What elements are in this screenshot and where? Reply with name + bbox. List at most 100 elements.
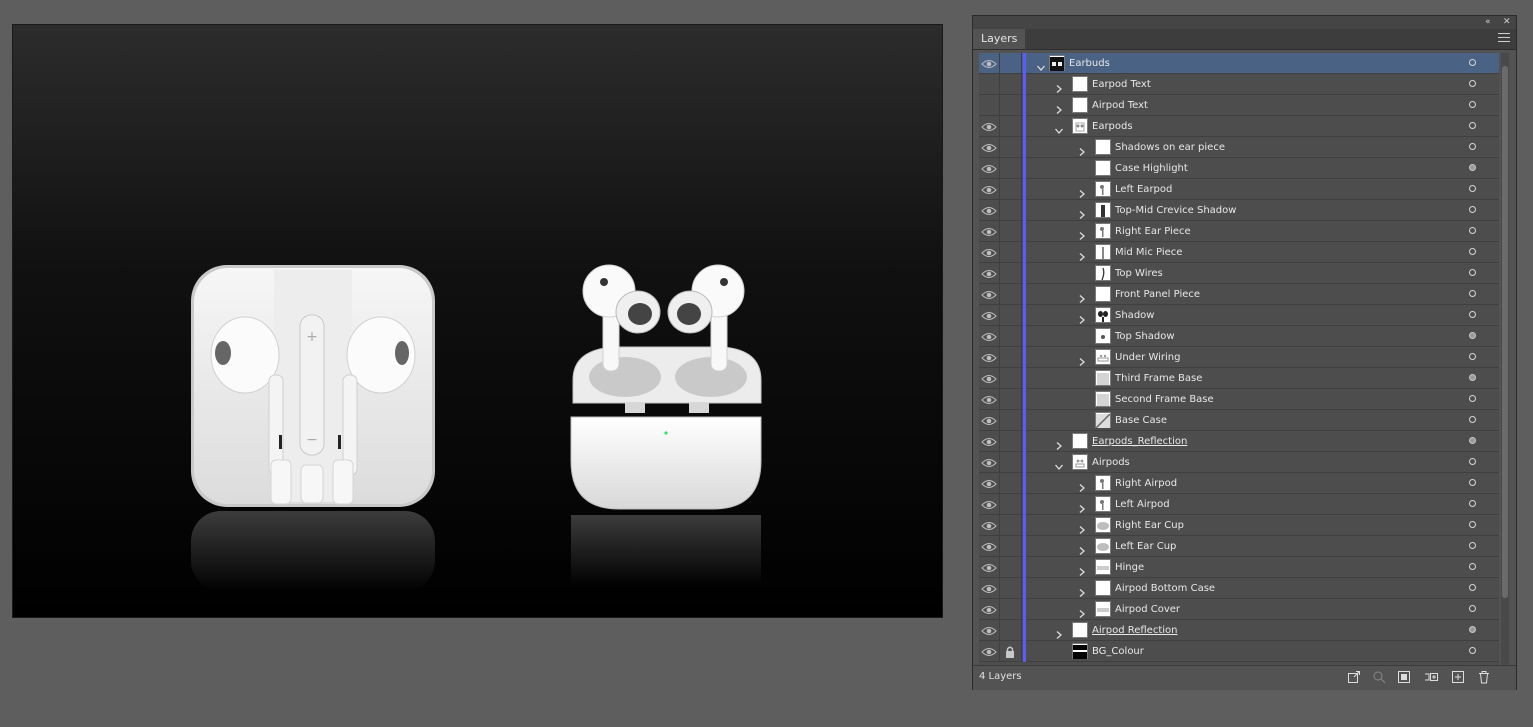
layer-name[interactable]: Airpod Bottom Case bbox=[1115, 578, 1215, 599]
chevron-right-icon[interactable] bbox=[1077, 226, 1087, 240]
target-circle-icon[interactable] bbox=[1469, 227, 1476, 234]
new-sublayer-icon[interactable] bbox=[1424, 670, 1438, 684]
target-circle-icon[interactable] bbox=[1469, 143, 1476, 150]
layer-name[interactable]: Left Ear Cup bbox=[1115, 536, 1176, 557]
target-circle-icon[interactable] bbox=[1469, 332, 1476, 339]
visibility-eye-icon[interactable] bbox=[981, 329, 997, 343]
layer-row-airpod-bottom-case[interactable]: Airpod Bottom Case bbox=[979, 578, 1499, 599]
layer-row-right-ear-piece[interactable]: Right Ear Piece bbox=[979, 221, 1499, 242]
target-circle-icon[interactable] bbox=[1469, 269, 1476, 276]
new-layer-icon[interactable] bbox=[1451, 670, 1465, 684]
visibility-eye-icon[interactable] bbox=[981, 224, 997, 238]
layer-name[interactable]: Earbuds bbox=[1069, 53, 1110, 74]
lock-toggle[interactable] bbox=[1003, 224, 1017, 238]
visibility-eye-icon[interactable] bbox=[981, 350, 997, 364]
lock-toggle[interactable] bbox=[1003, 350, 1017, 364]
target-circle-icon[interactable] bbox=[1469, 521, 1476, 528]
export-icon[interactable] bbox=[1347, 670, 1361, 684]
lock-toggle[interactable] bbox=[1003, 203, 1017, 217]
layer-name[interactable]: Top-Mid Crevice Shadow bbox=[1115, 200, 1236, 221]
layer-name[interactable]: Shadows on ear piece bbox=[1115, 137, 1225, 158]
layer-row-left-ear-cup[interactable]: Left Ear Cup bbox=[979, 536, 1499, 557]
lock-toggle[interactable] bbox=[1003, 308, 1017, 322]
target-circle-icon[interactable] bbox=[1469, 605, 1476, 612]
layer-row-case-highlight[interactable]: Case Highlight bbox=[979, 158, 1499, 179]
visibility-eye-icon[interactable] bbox=[981, 77, 997, 91]
tab-layers[interactable]: Layers bbox=[973, 29, 1026, 49]
visibility-eye-icon[interactable] bbox=[981, 602, 997, 616]
clipping-mask-icon[interactable] bbox=[1397, 670, 1411, 684]
lock-toggle[interactable] bbox=[1003, 77, 1017, 91]
lock-toggle[interactable] bbox=[1003, 497, 1017, 511]
target-circle-icon[interactable] bbox=[1469, 416, 1476, 423]
visibility-eye-icon[interactable] bbox=[981, 539, 997, 553]
layer-row-earpods-reflection[interactable]: Earpods_Reflection bbox=[979, 431, 1499, 452]
chevron-right-icon[interactable] bbox=[1077, 247, 1087, 261]
chevron-right-icon[interactable] bbox=[1077, 499, 1087, 513]
layer-row-earbuds[interactable]: Earbuds bbox=[979, 53, 1499, 74]
visibility-eye-icon[interactable] bbox=[981, 98, 997, 112]
visibility-eye-icon[interactable] bbox=[981, 560, 997, 574]
visibility-eye-icon[interactable] bbox=[981, 182, 997, 196]
visibility-eye-icon[interactable] bbox=[981, 413, 997, 427]
layer-name[interactable]: Earpods_Reflection bbox=[1092, 431, 1187, 452]
lock-toggle[interactable] bbox=[1003, 140, 1017, 154]
lock-toggle[interactable] bbox=[1003, 518, 1017, 532]
layer-row-left-airpod[interactable]: Left Airpod bbox=[979, 494, 1499, 515]
target-circle-icon[interactable] bbox=[1469, 122, 1476, 129]
layer-row-left-earpod[interactable]: Left Earpod bbox=[979, 179, 1499, 200]
target-circle-icon[interactable] bbox=[1469, 290, 1476, 297]
layer-row-top-mid-crevice-shadow[interactable]: Top-Mid Crevice Shadow bbox=[979, 200, 1499, 221]
visibility-eye-icon[interactable] bbox=[981, 392, 997, 406]
layer-name[interactable]: Earpods bbox=[1092, 116, 1133, 137]
scrollbar-thumb[interactable] bbox=[1502, 66, 1508, 598]
layer-row-earpods[interactable]: Earpods bbox=[979, 116, 1499, 137]
lock-toggle[interactable] bbox=[1003, 161, 1017, 175]
lock-toggle[interactable] bbox=[1003, 266, 1017, 280]
lock-toggle[interactable] bbox=[1003, 581, 1017, 595]
visibility-eye-icon[interactable] bbox=[981, 623, 997, 637]
lock-toggle[interactable] bbox=[1003, 98, 1017, 112]
layer-name[interactable]: Top Wires bbox=[1115, 263, 1163, 284]
lock-toggle[interactable] bbox=[1003, 119, 1017, 133]
chevron-right-icon[interactable] bbox=[1077, 562, 1087, 576]
visibility-eye-icon[interactable] bbox=[981, 161, 997, 175]
layer-name[interactable]: Earpod Text bbox=[1092, 74, 1151, 95]
layer-name[interactable]: Airpod Text bbox=[1092, 95, 1148, 116]
target-circle-icon[interactable] bbox=[1469, 395, 1476, 402]
chevron-right-icon[interactable] bbox=[1077, 583, 1087, 597]
layer-name[interactable]: Second Frame Base bbox=[1115, 389, 1214, 410]
layer-name[interactable]: Right Airpod bbox=[1115, 473, 1177, 494]
layer-name[interactable]: Front Panel Piece bbox=[1115, 284, 1200, 305]
panel-menu-icon[interactable] bbox=[1498, 33, 1510, 43]
lock-toggle[interactable] bbox=[1003, 413, 1017, 427]
chevron-right-icon[interactable] bbox=[1077, 205, 1087, 219]
chevron-right-icon[interactable] bbox=[1077, 142, 1087, 156]
layer-row-earpod-text[interactable]: Earpod Text bbox=[979, 74, 1499, 95]
visibility-eye-icon[interactable] bbox=[981, 245, 997, 259]
target-circle-icon[interactable] bbox=[1469, 563, 1476, 570]
layer-row-under-wiring[interactable]: Under Wiring bbox=[979, 347, 1499, 368]
layer-name[interactable]: Airpod Reflection bbox=[1092, 620, 1177, 641]
lock-toggle[interactable] bbox=[1003, 455, 1017, 469]
chevron-right-icon[interactable] bbox=[1054, 79, 1064, 93]
lock-toggle[interactable] bbox=[1003, 56, 1017, 70]
layer-name[interactable]: BG_Colour bbox=[1092, 641, 1144, 662]
layer-row-shadows-on-ear-piece[interactable]: Shadows on ear piece bbox=[979, 137, 1499, 158]
target-circle-icon[interactable] bbox=[1469, 584, 1476, 591]
layer-name[interactable]: Case Highlight bbox=[1115, 158, 1188, 179]
lock-toggle[interactable] bbox=[1003, 392, 1017, 406]
visibility-eye-icon[interactable] bbox=[981, 497, 997, 511]
chevron-down-icon[interactable] bbox=[1054, 121, 1064, 134]
layer-row-shadow[interactable]: Shadow bbox=[979, 305, 1499, 326]
lock-toggle[interactable] bbox=[1003, 182, 1017, 196]
target-circle-icon[interactable] bbox=[1469, 479, 1476, 486]
lock-toggle[interactable] bbox=[1003, 623, 1017, 637]
chevron-right-icon[interactable] bbox=[1077, 310, 1087, 324]
visibility-eye-icon[interactable] bbox=[981, 371, 997, 385]
lock-toggle[interactable] bbox=[1003, 476, 1017, 490]
chevron-right-icon[interactable] bbox=[1077, 520, 1087, 534]
lock-toggle[interactable] bbox=[1003, 539, 1017, 553]
target-circle-icon[interactable] bbox=[1469, 311, 1476, 318]
layer-name[interactable]: Hinge bbox=[1115, 557, 1144, 578]
